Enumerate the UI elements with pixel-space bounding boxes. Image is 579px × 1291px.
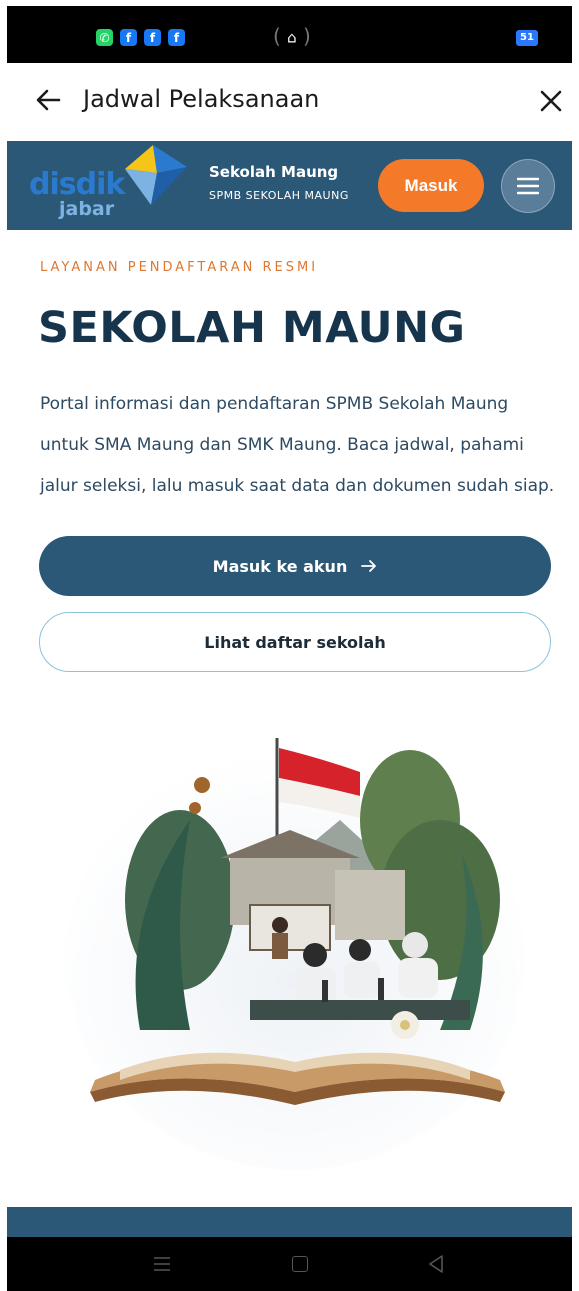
hero-eyebrow: LAYANAN PENDAFTARAN RESMI [40,260,319,275]
status-bar: ✆ f f f ( ⌂ ) 51 [7,6,572,63]
back-arrow-icon[interactable] [35,85,61,115]
logo-mark-icon [125,145,187,205]
facebook-icon: f [120,29,137,46]
facebook-icon: f [144,29,161,46]
notification-icons: ✆ f f f [96,29,185,46]
navigation-bar [7,1237,572,1291]
back-triangle-icon[interactable] [427,1254,445,1274]
battery-indicator: 51 [516,30,538,46]
school-list-label: Lihat daftar sekolah [204,632,386,652]
recent-apps-icon[interactable] [152,1255,172,1273]
brand-title: Sekolah Maung [209,163,339,181]
logo-text-disdik: disdik [29,167,125,202]
title-bar: Jadwal Pelaksanaan [7,63,572,141]
footer-strip [7,1207,572,1237]
hamburger-icon [517,177,539,195]
facebook-icon: f [168,29,185,46]
site-header: disdik jabar Sekolah Maung SPMB SEKOLAH … [7,141,572,230]
menu-button[interactable] [501,159,555,213]
page-title: Jadwal Pelaksanaan [83,85,320,113]
school-list-button[interactable]: Lihat daftar sekolah [39,612,551,672]
hero-description: Portal informasi dan pendaftaran SPMB Se… [40,394,555,496]
arrow-right-icon [361,560,377,572]
close-icon[interactable] [539,89,563,113]
hotspot-icon: ( ⌂ ) [273,24,311,48]
hero-title: SEKOLAH MAUNG [38,303,466,353]
login-account-button[interactable]: Masuk ke akun [39,536,551,596]
hero-illustration [65,738,525,1170]
home-icon[interactable] [292,1256,308,1272]
whatsapp-icon: ✆ [96,29,113,46]
brand-subtitle: SPMB SEKOLAH MAUNG [209,189,349,202]
login-account-label: Masuk ke akun [212,556,348,576]
disdik-jabar-logo[interactable]: disdik jabar [27,141,197,230]
logo-text-jabar: jabar [59,198,115,220]
login-button[interactable]: Masuk [378,159,484,212]
